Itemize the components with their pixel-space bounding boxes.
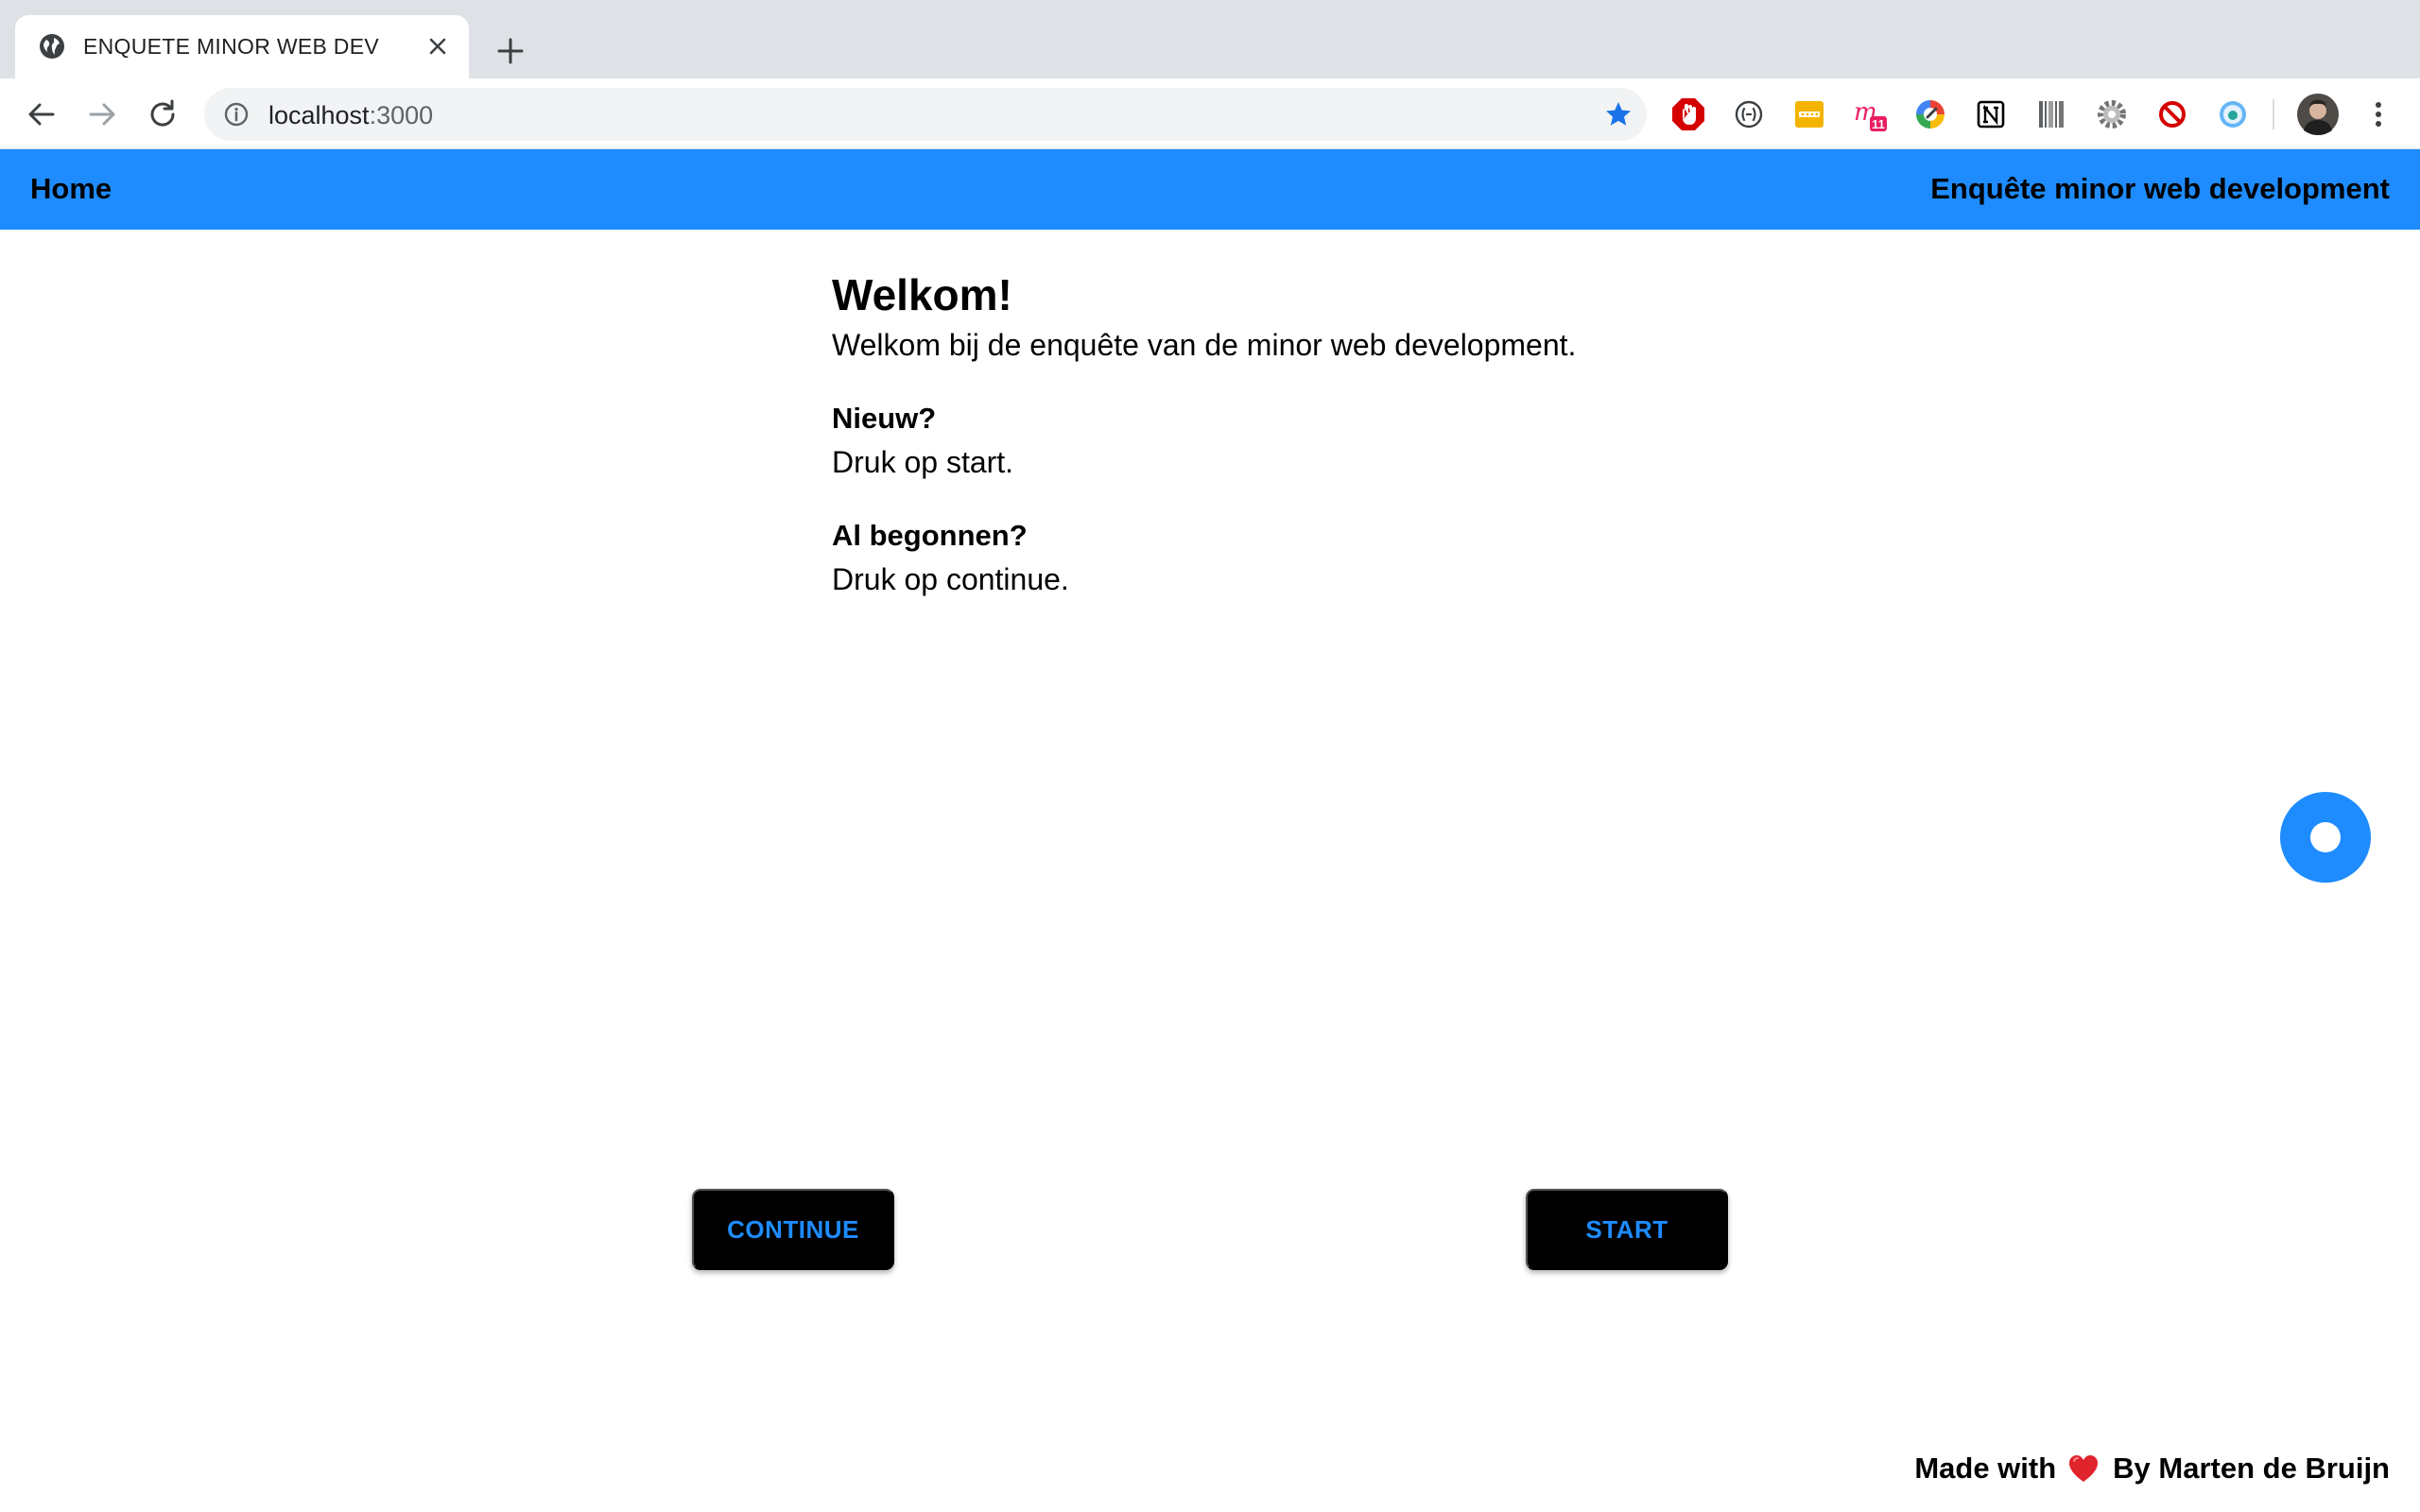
tab-title: ENQUETE MINOR WEB DEV	[83, 34, 379, 59]
continue-button[interactable]: CONTINUE	[692, 1189, 894, 1270]
app-header: Home Enquête minor web development	[0, 149, 2420, 230]
app-brand-title: Enquête minor web development	[1930, 172, 2390, 205]
color-circle-icon[interactable]	[1911, 95, 1949, 133]
adblock-icon[interactable]	[1669, 95, 1707, 133]
globe-icon	[40, 34, 64, 59]
mail-badge-icon[interactable]: m 11	[1851, 95, 1889, 133]
url-host: localhost	[268, 101, 370, 129]
footer-author: By Marten de Bruijn	[2113, 1452, 2390, 1485]
back-arrow-icon[interactable]	[23, 95, 60, 133]
info-icon[interactable]	[223, 101, 250, 128]
footer: Made with By Marten de Bruijn	[1914, 1452, 2390, 1486]
close-icon[interactable]	[424, 32, 452, 60]
new-heading: Nieuw?	[832, 402, 937, 435]
footer-made-with: Made with	[1914, 1452, 2057, 1485]
toolbar-separator	[2273, 99, 2274, 129]
block-icon[interactable]	[2153, 95, 2191, 133]
new-instruction: Druk op start.	[832, 445, 1014, 479]
url-port: :3000	[369, 101, 434, 129]
eye-circle-icon[interactable]	[2214, 95, 2252, 133]
code-brackets-icon[interactable]	[1730, 95, 1768, 133]
floating-action-button[interactable]	[2280, 792, 2371, 883]
plus-icon[interactable]	[492, 32, 529, 70]
address-bar[interactable]: localhost:3000	[204, 88, 1647, 141]
welcome-content: Welkom! Welkom bij de enquête van de min…	[832, 266, 1588, 601]
start-button[interactable]: START	[1526, 1189, 1728, 1270]
password-icon[interactable]	[1790, 95, 1828, 133]
reload-icon[interactable]	[144, 95, 182, 133]
home-link[interactable]: Home	[30, 172, 112, 206]
page-title: Welkom!	[832, 270, 1012, 319]
ext-badge-count: 11	[1872, 117, 1885, 131]
gear-icon[interactable]	[2093, 95, 2131, 133]
browser-tab[interactable]: ENQUETE MINOR WEB DEV	[15, 15, 469, 78]
record-dot-icon	[2310, 822, 2341, 852]
barcode-icon[interactable]	[2032, 95, 2070, 133]
browser-toolbar: localhost:3000 m 11	[0, 78, 2420, 149]
star-icon[interactable]	[1603, 99, 1634, 129]
browser-tabstrip: ENQUETE MINOR WEB DEV	[0, 0, 2420, 78]
resume-instruction: Druk op continue.	[832, 562, 1069, 596]
forward-arrow-icon[interactable]	[83, 95, 121, 133]
more-vert-icon[interactable]	[2360, 95, 2397, 133]
resume-heading: Al begonnen?	[832, 519, 1028, 552]
notion-icon[interactable]	[1972, 95, 2010, 133]
url-text: localhost:3000	[268, 101, 433, 130]
heart-icon	[2069, 1455, 2099, 1482]
intro-text: Welkom bij de enquête van de minor web d…	[832, 328, 1577, 362]
avatar[interactable]	[2295, 92, 2341, 137]
